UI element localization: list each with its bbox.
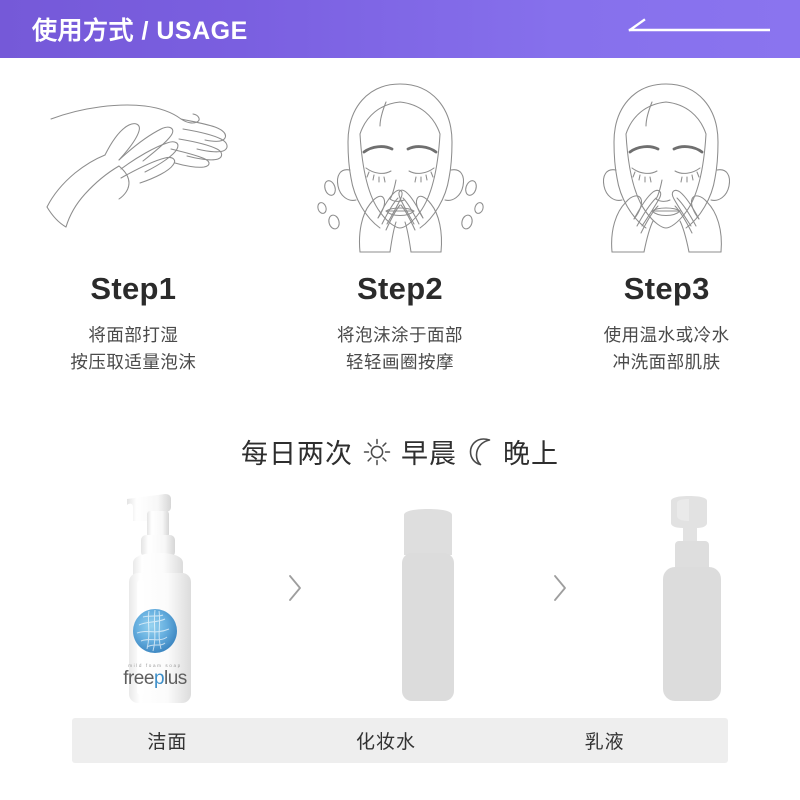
face-washing-with-foam-icon	[316, 83, 484, 253]
page-title: 使用方式 / USAGE	[32, 17, 248, 45]
product-item	[585, 485, 800, 710]
usage-infographic-page: 使用方式 / USAGE Step1 将面部打湿 按压取适量泡沫 Step2 将…	[0, 0, 800, 800]
step-title: Step1	[90, 271, 177, 306]
page-header: 使用方式 / USAGE	[0, 0, 800, 58]
product-label-bar: 洁面 化妆水 乳液	[72, 718, 728, 763]
step-illustration	[574, 72, 759, 257]
long-left-arrow-icon	[628, 18, 770, 32]
step-description: 使用温水或冷水 冲洗面部肌肤	[604, 322, 730, 375]
step-desc-line: 将泡沫涂于面部	[337, 325, 463, 345]
step-illustration	[308, 72, 493, 257]
step-desc-line: 冲洗面部肌肤	[612, 351, 721, 372]
product-label: 化妆水	[356, 732, 417, 753]
step-title: Step3	[623, 271, 710, 306]
toner-bottle-silhouette-icon	[401, 509, 454, 701]
chevron-right-icon	[289, 574, 301, 601]
steps-row: Step1 将面部打湿 按压取适量泡沫 Step2 将泡沫涂于面部 轻轻画圈按摩…	[0, 72, 800, 402]
product-item	[320, 485, 535, 710]
moon-icon	[466, 437, 494, 467]
bottle-brand: freeplus	[123, 668, 187, 689]
product-lineup: mild foam soap freeplus	[0, 485, 800, 710]
product-label: 洁面	[147, 732, 188, 753]
step-description: 将面部打湿 按压取适量泡沫	[70, 322, 196, 375]
frequency-prefix: 每日两次	[241, 439, 353, 469]
frequency-morning-label: 早晨	[401, 439, 457, 469]
face-rinsing-icon	[603, 83, 731, 253]
step-desc-line: 使用温水或冷水	[603, 325, 730, 345]
flow-separator	[535, 485, 585, 710]
step-desc-line: 轻轻画圈按摩	[346, 351, 454, 372]
sun-icon	[362, 437, 392, 467]
step-title: Step2	[357, 271, 443, 306]
product-label: 乳液	[584, 732, 625, 753]
two-hands-line-art-icon	[46, 104, 228, 228]
flow-separator	[270, 485, 320, 710]
lotion-pump-bottle-silhouette-icon	[662, 496, 721, 701]
step-description: 将泡沫涂于面部 轻轻画圈按摩	[337, 322, 463, 375]
product-item: mild foam soap freeplus	[55, 485, 270, 710]
step-desc-line: 按压取适量泡沫	[70, 351, 197, 372]
frequency-night-label: 晚上	[503, 439, 559, 469]
step-desc-line: 将面部打湿	[88, 325, 179, 345]
freeplus-foam-pump-bottle-icon: mild foam soap freeplus	[123, 494, 191, 703]
chevron-right-icon	[554, 574, 566, 601]
step-item: Step1 将面部打湿 按压取适量泡沫	[0, 72, 267, 402]
frequency-banner: 每日两次 早晨 晚上	[0, 432, 800, 471]
step-item: Step2 将泡沫涂于面部 轻轻画圈按摩	[267, 72, 534, 402]
step-item: Step3 使用温水或冷水 冲洗面部肌肤	[533, 72, 800, 402]
step-illustration	[33, 72, 233, 257]
